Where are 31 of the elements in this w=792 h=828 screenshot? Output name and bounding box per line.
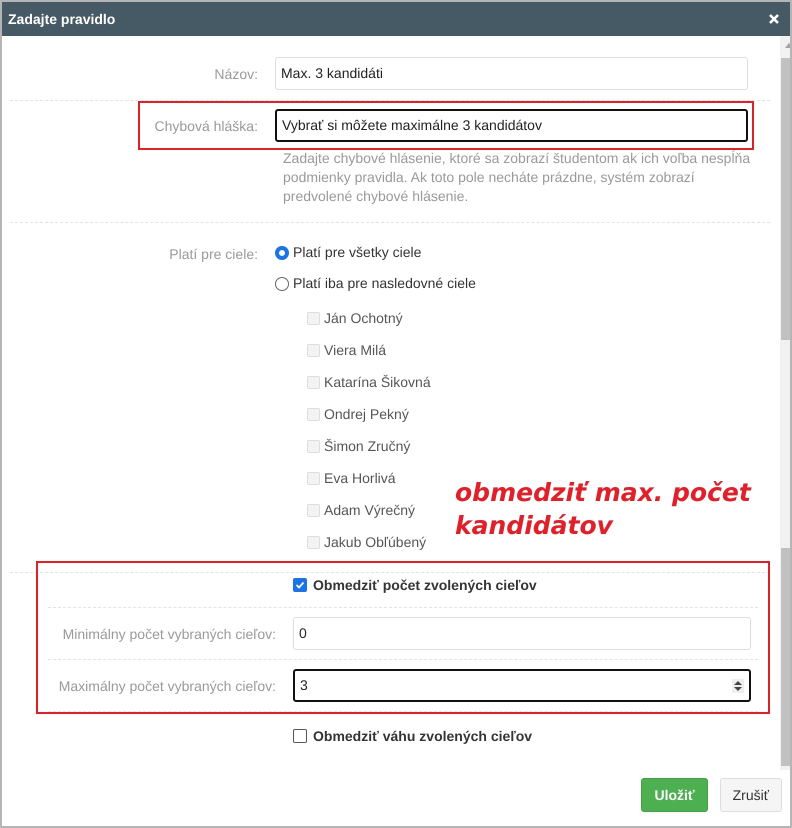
radio-label: Platí pre všetky ciele	[293, 243, 422, 262]
checkbox-label: Obmedziť počet zvolených cieľov	[313, 576, 537, 595]
field-label: Maximálny počet vybraných cieľov:	[58, 677, 276, 696]
checkbox-label: Jakub Obľúbený	[324, 532, 426, 552]
close-icon[interactable]	[768, 13, 780, 25]
window-title: Zadajte pravidlo	[8, 10, 116, 29]
input-field[interactable]: Vybrať si môžete maximálne 3 kandidátov	[275, 109, 748, 142]
cancel-button[interactable]: Zrušiť	[720, 778, 782, 812]
spinner-icon[interactable]	[732, 678, 744, 692]
checkbox-label: Viera Milá	[324, 340, 386, 360]
checkbox-label: Šimon Zručný	[324, 436, 410, 456]
checkbox[interactable]	[293, 729, 307, 743]
checkbox-label: Eva Horlivá	[324, 468, 396, 488]
input-field[interactable]: 3	[293, 669, 751, 702]
checkbox-label: Katarína Šikovná	[324, 372, 431, 392]
checkbox-label: Ján Ochotný	[324, 308, 403, 328]
checkbox[interactable]	[293, 578, 307, 592]
radio-button[interactable]	[275, 276, 289, 290]
radio-label: Platí iba pre nasledovné ciele	[293, 274, 476, 293]
field-label: Chybová hláška:	[153, 117, 258, 136]
field-label: Minimálny počet vybraných cieľov:	[62, 625, 276, 644]
field-label: Platí pre ciele:	[168, 245, 258, 264]
checkbox-label: Adam Výrečný	[324, 500, 416, 520]
radio-button[interactable]	[275, 246, 289, 260]
help-text: Zadajte chybové hlásenie, ktoré sa zobrazí študentom ak ich voľba nespĺňa podmienky pravidla. Ak toto pole necháte prázdne, systém zobrazí predvolené chybové hlásenie.	[283, 149, 752, 206]
checkbox-label: Obmedziť váhu zvolených cieľov	[313, 726, 532, 746]
input-field[interactable]: 0	[293, 617, 751, 650]
field-label: Názov:	[213, 65, 258, 84]
checkbox-label: Ondrej Pekný	[324, 404, 409, 424]
input-field[interactable]: Max. 3 kandidáti	[275, 57, 748, 90]
handwritten-note: obmedziť max. počet kandidátov	[455, 477, 751, 542]
